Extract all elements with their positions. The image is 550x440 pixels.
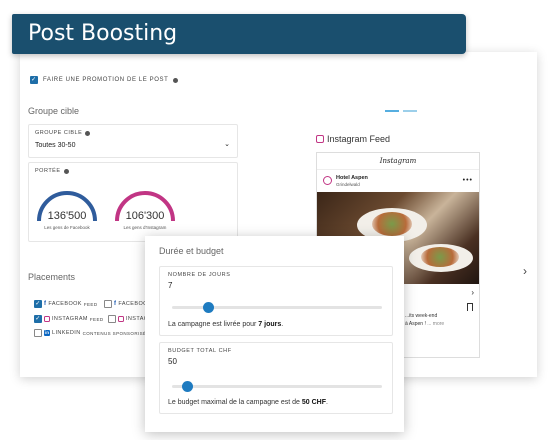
days-slider-thumb[interactable] [202, 302, 214, 313]
placement-checkbox[interactable] [108, 315, 116, 323]
budget-label: BUDGET TOTAL CHF [168, 348, 232, 354]
placement-checkbox[interactable]: ✓ [34, 315, 42, 323]
budget-value: 50 [168, 357, 177, 366]
facebook-reach-caption: Les gens de Facebook [44, 225, 90, 230]
days-slider[interactable] [172, 302, 382, 313]
budget-slider-thumb[interactable] [181, 381, 193, 392]
post-caption: ...its week-end à Aspen ! ... more [405, 313, 445, 327]
promo-toggle[interactable]: ✓ FAIRE UNE PROMOTION DE LE POST [30, 76, 179, 84]
instagram-reach-caption: Les gens d'Instagram [123, 225, 167, 230]
preview-header: Instagram Feed [316, 134, 390, 144]
target-group-select[interactable]: GROUPE CIBLE Toutes 30-50 ⌄ [28, 124, 238, 158]
placement-type: FEED [89, 316, 104, 322]
account-location: Grindelwald [336, 182, 360, 187]
facebook-reach-value: 136'500 [47, 210, 87, 222]
location-pin-icon [323, 176, 332, 185]
account-name: Hotel Aspen [336, 175, 368, 181]
instagram-icon [118, 316, 124, 322]
placement-type: FEED [83, 301, 98, 307]
placement-checkbox[interactable] [104, 300, 112, 308]
instagram-icon [316, 135, 324, 143]
chevron-right-icon[interactable]: › [523, 264, 527, 278]
placement-checkbox[interactable]: ✓ [34, 300, 42, 308]
target-group-label: GROUPE CIBLE [35, 130, 83, 136]
target-group-value: Toutes 30-50 [35, 142, 76, 149]
instagram-wordmark: Instagram [317, 153, 479, 170]
reach-gauges [37, 191, 175, 222]
days-card: NOMBRE DE JOURS 7 La campagne est livrée… [159, 266, 393, 336]
instagram-icon [44, 316, 50, 322]
instagram-reach-value: 106'300 [125, 210, 165, 222]
more-options-icon[interactable]: ••• [463, 177, 473, 184]
linkedin-icon: in [44, 330, 50, 336]
carousel-indicator[interactable] [385, 110, 417, 112]
placement-linkedin[interactable]: in LINKEDIN CONTENUS SPONSORISÉS [34, 329, 150, 337]
chevron-down-icon[interactable]: ⌄ [224, 140, 230, 148]
post-header: Hotel Aspen Grindelwald [323, 175, 368, 187]
budget-hint: Le budget maximal de la campagne est de … [168, 399, 328, 406]
info-icon[interactable] [173, 77, 179, 83]
placement-network: INSTAGRAM [52, 316, 88, 322]
placement-instagram-feed[interactable]: ✓ INSTAGRAM FEED [34, 315, 104, 323]
placement-type: CONTENUS SPONSORISÉS [82, 330, 150, 336]
budget-panel: Durée et budget NOMBRE DE JOURS 7 La cam… [145, 236, 404, 432]
placement-facebook-feed[interactable]: ✓ f FACEBOOK FEED [34, 300, 97, 308]
days-hint: La campagne est livrée pour 7 jours. [168, 321, 284, 328]
page-title: Post Boosting [28, 21, 178, 46]
preview-title: Instagram Feed [327, 134, 391, 144]
facebook-icon: f [114, 301, 117, 307]
days-label: NOMBRE DE JOURS [168, 272, 231, 278]
target-section-title: Groupe cible [28, 106, 80, 116]
info-icon[interactable] [85, 130, 91, 136]
promo-label: FAIRE UNE PROMOTION DE LE POST [43, 77, 169, 83]
title-banner: Post Boosting [12, 14, 466, 54]
placement-checkbox[interactable] [34, 329, 42, 337]
chevron-right-icon[interactable]: › [471, 288, 474, 297]
facebook-icon: f [44, 301, 47, 307]
reach-card: PORTÉE 136'500 Les gens de Facebook 106'… [28, 162, 238, 242]
placements-section-title: Placements [28, 272, 76, 282]
budget-card: BUDGET TOTAL CHF 50 Le budget maximal de… [159, 342, 393, 414]
promo-checkbox[interactable]: ✓ [30, 76, 38, 84]
budget-slider[interactable] [172, 381, 382, 392]
placement-network: FACEBOOK [48, 301, 82, 307]
budget-section-title: Durée et budget [159, 246, 224, 256]
placement-network: LINKEDIN [52, 330, 81, 336]
bookmark-icon[interactable] [467, 303, 473, 311]
days-value: 7 [168, 281, 173, 290]
